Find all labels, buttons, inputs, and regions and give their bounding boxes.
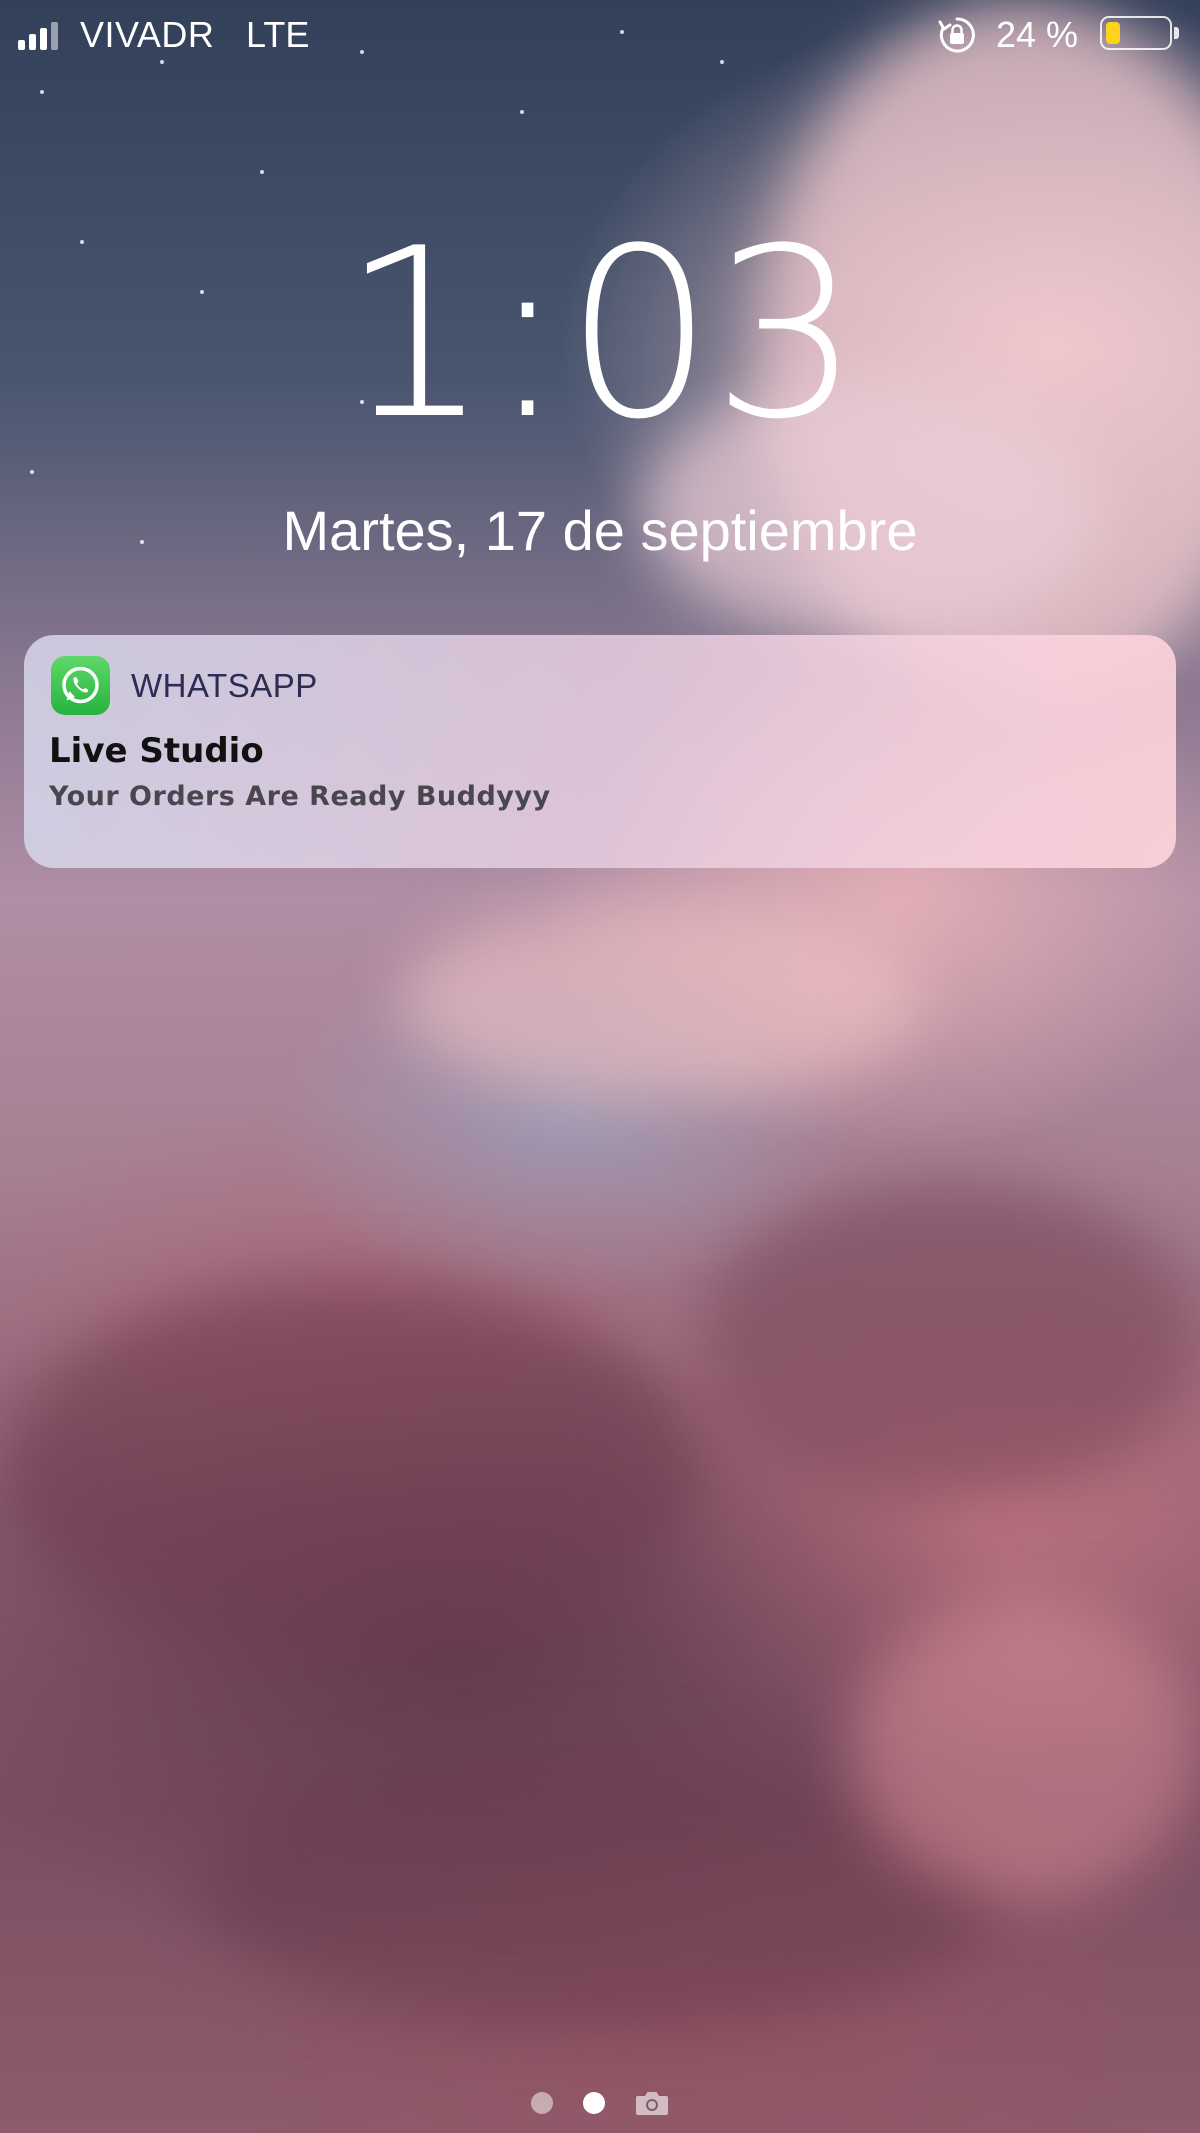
page-dot-active[interactable] [583, 2092, 605, 2114]
notification-body: Your Orders Are Ready Buddyyy [49, 781, 551, 812]
battery-level-fill [1106, 22, 1120, 44]
page-indicator [0, 2090, 1200, 2116]
whatsapp-icon [51, 656, 110, 715]
lock-screen-date: Martes, 17 de septiembre [282, 499, 918, 562]
star [40, 90, 44, 94]
page-dot[interactable] [531, 2092, 553, 2114]
cloud-shape [700, 1180, 1200, 1500]
rotation-lock-icon [938, 17, 975, 53]
status-bar: VIVADR LTE 24 % [0, 0, 1200, 70]
battery-percentage: 24 % [996, 14, 1079, 55]
carrier-name: VIVADR [80, 14, 215, 55]
notification-title: Live Studio [49, 731, 264, 771]
notification-card[interactable]: WHATSAPP Live Studio Your Orders Are Rea… [24, 635, 1176, 868]
notification-app-name: WHATSAPP [131, 667, 318, 704]
network-type: LTE [246, 14, 310, 55]
battery-tip [1174, 27, 1179, 39]
lock-screen-time: 1:03 [341, 199, 860, 471]
star [260, 170, 264, 174]
camera-icon[interactable] [635, 2090, 669, 2116]
signal-bars-icon [18, 22, 58, 50]
battery-icon [1100, 16, 1172, 50]
star [520, 110, 524, 114]
cloud-shape [400, 900, 920, 1100]
cloud-shape [0, 1280, 700, 1660]
star [30, 470, 34, 474]
cloud-shape [850, 1600, 1200, 1900]
